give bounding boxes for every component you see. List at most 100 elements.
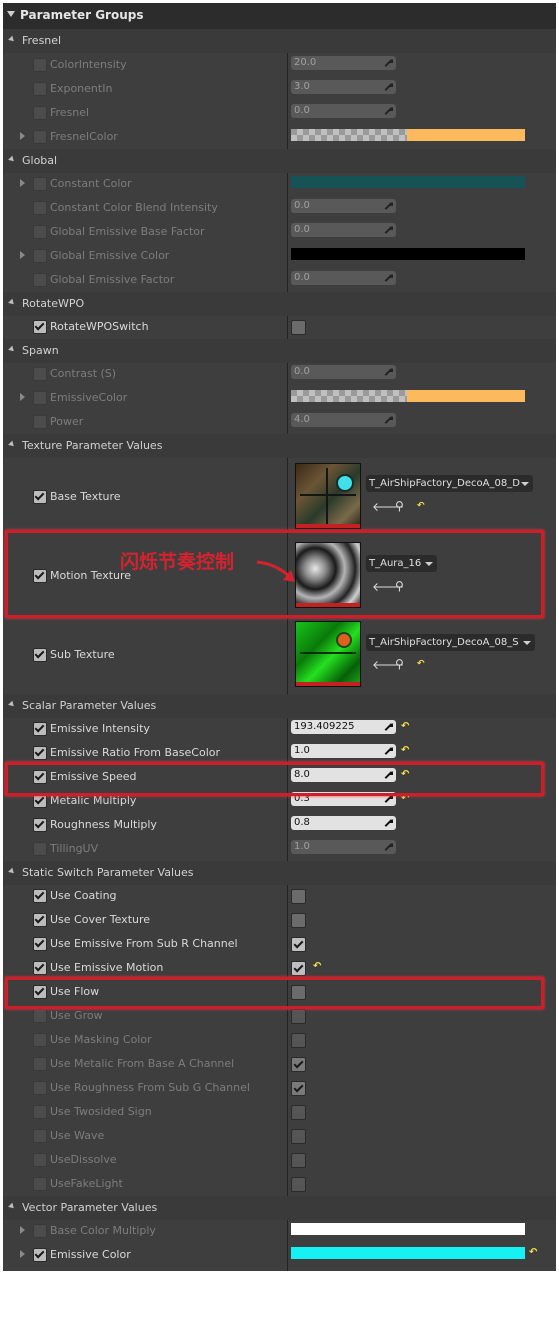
override-checkbox[interactable] xyxy=(33,1248,47,1262)
texture-asset-dropdown[interactable]: T_AirShipFactory_DecoA_08_S xyxy=(366,634,535,651)
value-checkbox[interactable] xyxy=(291,320,306,335)
category-vector-parameters[interactable]: Vector Parameter Values xyxy=(3,1196,556,1220)
texture-asset-dropdown[interactable]: T_AirShipFactory_DecoA_08_D xyxy=(366,475,533,492)
value-field[interactable]: 20.0 xyxy=(291,56,396,70)
override-checkbox[interactable] xyxy=(33,961,47,975)
expand-arrow-icon[interactable] xyxy=(8,155,16,164)
category-texture-parameters[interactable]: Texture Parameter Values xyxy=(3,434,556,458)
expand-arrow-icon[interactable] xyxy=(20,179,25,187)
override-checkbox[interactable] xyxy=(33,842,47,856)
reset-to-default-icon[interactable]: ↶ xyxy=(401,721,409,732)
value-field[interactable]: 3.0 xyxy=(291,80,396,94)
override-checkbox[interactable] xyxy=(33,1153,47,1167)
color-swatch[interactable] xyxy=(291,1223,525,1235)
reset-to-default-icon[interactable]: ↶ xyxy=(529,1247,537,1258)
reset-to-default-icon[interactable]: ↶ xyxy=(401,745,409,756)
value-field[interactable]: 0.0 xyxy=(291,365,396,379)
value-field[interactable]: 1.0 xyxy=(291,744,396,758)
override-checkbox[interactable] xyxy=(33,367,47,381)
override-checkbox[interactable] xyxy=(33,273,47,287)
value-checkbox[interactable] xyxy=(291,1153,306,1168)
value-checkbox[interactable] xyxy=(291,1081,306,1096)
color-swatch-solid[interactable] xyxy=(407,390,525,402)
value-checkbox[interactable] xyxy=(291,1033,306,1048)
override-checkbox[interactable] xyxy=(33,225,47,239)
expand-arrow-icon[interactable] xyxy=(8,1202,16,1211)
override-checkbox[interactable] xyxy=(33,249,47,263)
value-field[interactable]: 0.0 xyxy=(291,199,396,213)
expand-arrow-icon[interactable] xyxy=(20,132,25,140)
color-swatch[interactable] xyxy=(291,176,525,188)
override-checkbox[interactable] xyxy=(33,415,47,429)
expand-arrow-icon[interactable] xyxy=(8,35,16,44)
expand-arrow-icon[interactable] xyxy=(20,1226,25,1234)
override-checkbox[interactable] xyxy=(33,937,47,951)
override-checkbox[interactable] xyxy=(33,490,47,504)
value-checkbox[interactable] xyxy=(291,913,306,928)
override-checkbox[interactable] xyxy=(33,818,47,832)
expand-arrow-icon[interactable] xyxy=(20,251,25,259)
override-checkbox[interactable] xyxy=(33,391,47,405)
override-checkbox[interactable] xyxy=(33,1033,47,1047)
override-checkbox[interactable] xyxy=(33,201,47,215)
value-checkbox[interactable] xyxy=(291,1105,306,1120)
override-checkbox[interactable] xyxy=(33,1177,47,1191)
color-swatch[interactable] xyxy=(291,390,407,402)
collapse-arrow-icon[interactable] xyxy=(7,11,15,17)
parameter-groups-header[interactable]: Parameter Groups xyxy=(3,3,556,30)
override-checkbox[interactable] xyxy=(33,746,47,760)
texture-thumbnail[interactable] xyxy=(295,621,361,687)
override-checkbox[interactable] xyxy=(33,1081,47,1095)
value-checkbox[interactable] xyxy=(291,937,306,952)
browse-search-icon[interactable]: ⚲ xyxy=(395,499,404,513)
reset-to-default-icon[interactable]: ↶ xyxy=(417,501,425,511)
override-checkbox[interactable] xyxy=(33,1057,47,1071)
category-global[interactable]: Global xyxy=(3,149,556,173)
value-field[interactable]: 0.0 xyxy=(291,104,396,118)
color-swatch-solid[interactable] xyxy=(407,129,525,141)
value-checkbox[interactable] xyxy=(291,889,306,904)
override-checkbox[interactable] xyxy=(33,1129,47,1143)
category-fresnel[interactable]: Fresnel xyxy=(3,29,556,53)
color-swatch[interactable] xyxy=(291,129,407,141)
override-checkbox[interactable] xyxy=(33,1009,47,1023)
value-checkbox[interactable] xyxy=(291,1009,306,1024)
reset-to-default-icon[interactable]: ↶ xyxy=(417,659,425,669)
value-field[interactable]: 0.0 xyxy=(291,223,396,237)
expand-arrow-icon[interactable] xyxy=(8,700,16,709)
value-checkbox[interactable] xyxy=(291,1177,306,1192)
expand-arrow-icon[interactable] xyxy=(8,440,16,449)
value-checkbox[interactable] xyxy=(291,1057,306,1072)
color-swatch[interactable] xyxy=(291,248,525,260)
category-rotatewpo[interactable]: RotateWPO xyxy=(3,292,556,316)
override-checkbox[interactable] xyxy=(33,130,47,144)
override-checkbox[interactable] xyxy=(33,1105,47,1119)
override-checkbox[interactable] xyxy=(33,648,47,662)
expand-arrow-icon[interactable] xyxy=(8,867,16,876)
value-field[interactable]: 0.0 xyxy=(291,271,396,285)
value-checkbox[interactable] xyxy=(291,961,306,976)
reset-to-default-icon[interactable]: ↶ xyxy=(313,961,321,972)
color-swatch[interactable] xyxy=(291,1247,525,1259)
override-checkbox[interactable] xyxy=(33,58,47,72)
value-field[interactable]: 1.0 xyxy=(291,840,396,854)
value-field[interactable]: 4.0 xyxy=(291,413,396,427)
override-checkbox[interactable] xyxy=(33,794,47,808)
category-scalar-parameters[interactable]: Scalar Parameter Values xyxy=(3,694,556,718)
override-checkbox[interactable] xyxy=(33,106,47,120)
override-checkbox[interactable] xyxy=(33,889,47,903)
browse-search-icon[interactable]: ⚲ xyxy=(395,657,404,671)
value-field[interactable]: 0.8 xyxy=(291,816,396,830)
override-checkbox[interactable] xyxy=(33,82,47,96)
expand-arrow-icon[interactable] xyxy=(8,345,16,354)
override-checkbox[interactable] xyxy=(33,722,47,736)
expand-arrow-icon[interactable] xyxy=(20,1250,25,1258)
category-static-switch-parameters[interactable]: Static Switch Parameter Values xyxy=(3,861,556,885)
expand-arrow-icon[interactable] xyxy=(20,393,25,401)
override-checkbox[interactable] xyxy=(33,1224,47,1238)
expand-arrow-icon[interactable] xyxy=(8,298,16,307)
override-checkbox[interactable] xyxy=(33,320,47,334)
override-checkbox[interactable] xyxy=(33,913,47,927)
value-field[interactable]: 193.409225 xyxy=(291,720,396,734)
texture-thumbnail[interactable] xyxy=(295,463,361,529)
